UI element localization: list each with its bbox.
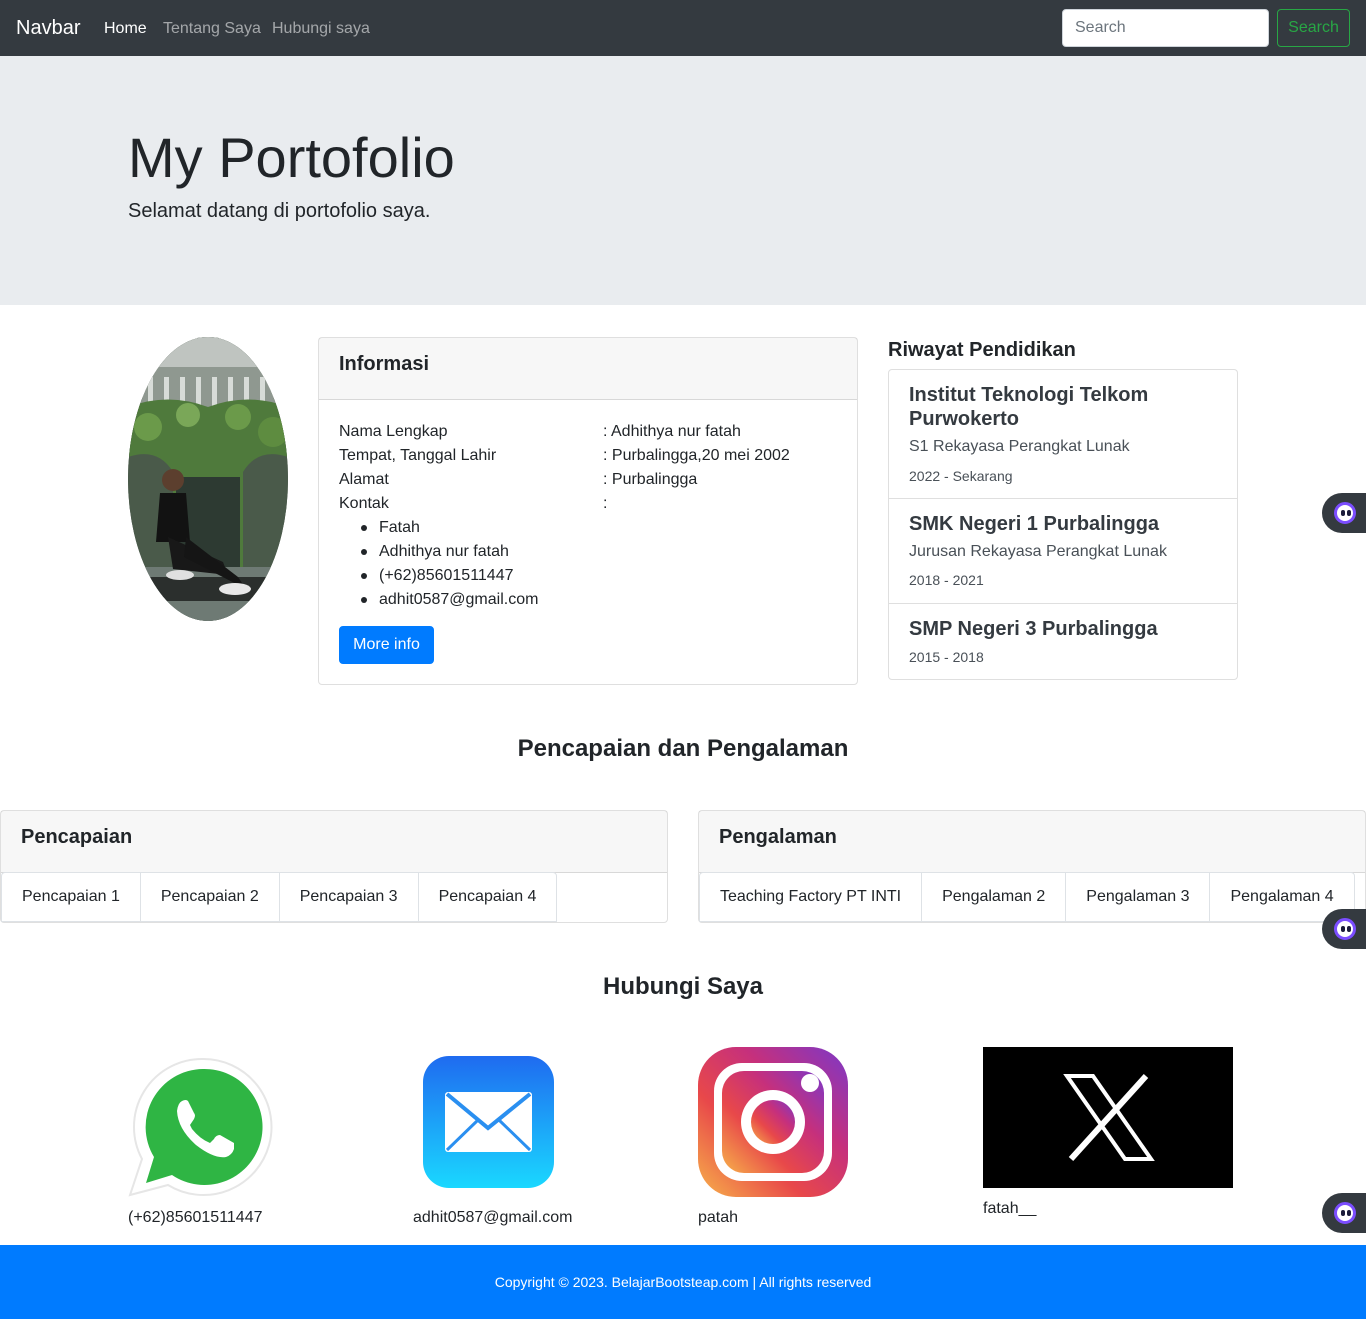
hero-subtitle: Selamat datang di portofolio saya. (128, 200, 431, 222)
instagram-icon[interactable] (698, 1047, 848, 1197)
assistant-face-icon (1334, 1202, 1356, 1224)
info-card: Informasi Nama Lengkap : Adhithya nur fa… (318, 337, 858, 685)
info-value-ttl: : Purbalingga,20 mei 2002 (603, 447, 790, 464)
more-info-button[interactable]: More info (339, 626, 434, 664)
footer-copyright: Copyright © 2023. BelajarBootsteap.com |… (494, 1274, 872, 1290)
list-bullet (361, 525, 367, 531)
tab-pencapaian-1[interactable]: Pencapaian 1 (1, 872, 140, 922)
info-value-alamat: : Purbalingga (603, 471, 698, 488)
nav-link-hubungi-saya[interactable]: Hubungi saya (272, 19, 370, 39)
pengalaman-tabs: Teaching Factory PT INTI Pengalaman 2 Pe… (699, 872, 1355, 922)
tab-pencapaian-4[interactable]: Pencapaian 4 (417, 872, 558, 922)
info-label-ttl: Tempat, Tanggal Lahir (339, 447, 497, 464)
contact-label-mail: adhit0587@gmail.com (413, 1209, 573, 1226)
education-item: Institut Teknologi Telkom Purwokerto S1 … (889, 370, 1237, 499)
tab-pencapaian-2[interactable]: Pencapaian 2 (139, 872, 279, 922)
contact-label-whatsapp: (+62)85601511447 (128, 1209, 263, 1226)
education-years: 2022 - Sekarang (909, 468, 1013, 484)
whatsapp-icon[interactable] (128, 1055, 278, 1197)
assistant-face-icon (1334, 502, 1356, 524)
pencapaian-tabs: Pencapaian 1 Pencapaian 2 Pencapaian 3 P… (1, 872, 558, 922)
education-title: Riwayat Pendidikan (888, 339, 1076, 361)
contact-label-instagram: patah (698, 1209, 739, 1226)
search-input[interactable] (1062, 9, 1269, 47)
info-label-nama: Nama Lengkap (339, 423, 448, 440)
pengalaman-header: Pengalaman (699, 811, 1365, 873)
contact-list-item: adhit0587@gmail.com (379, 591, 539, 608)
info-label-alamat: Alamat (339, 471, 389, 488)
contact-section-title: Hubungi Saya (602, 973, 764, 1000)
tab-pencapaian-3[interactable]: Pencapaian 3 (278, 872, 418, 922)
search-button[interactable]: Search (1277, 9, 1350, 47)
tab-pengalaman-2[interactable]: Pengalaman 2 (921, 872, 1066, 922)
info-label-kontak: Kontak (339, 495, 389, 512)
profile-photo (128, 337, 288, 621)
floating-assistant-button[interactable] (1322, 1193, 1366, 1233)
education-item: SMP Negeri 3 Purbalingga 2015 - 2018 (889, 604, 1237, 679)
info-card-header: Informasi (319, 338, 857, 400)
navbar: Navbar Home Tentang Saya Hubungi saya Se… (0, 0, 1366, 56)
info-value-nama: : Adhithya nur fatah (603, 423, 741, 440)
contact-list-item: Fatah (379, 519, 420, 536)
education-school: Institut Teknologi Telkom Purwokerto (909, 384, 1149, 430)
x-icon[interactable] (983, 1047, 1233, 1188)
tab-pengalaman-3[interactable]: Pengalaman 3 (1065, 872, 1210, 922)
floating-assistant-button[interactable] (1322, 909, 1366, 949)
list-bullet (361, 573, 367, 579)
education-item: SMK Negeri 1 Purbalingga Jurusan Rekayas… (889, 499, 1237, 604)
contact-list-item: (+62)85601511447 (379, 567, 514, 584)
education-years: 2018 - 2021 (909, 572, 984, 588)
list-bullet (361, 549, 367, 555)
education-major: S1 Rekayasa Perangkat Lunak (909, 438, 1130, 455)
tab-pengalaman-1[interactable]: Teaching Factory PT INTI (699, 872, 922, 922)
list-bullet (361, 597, 367, 603)
pengalaman-card: Pengalaman Teaching Factory PT INTI Peng… (698, 810, 1366, 923)
footer: Copyright © 2023. BelajarBootsteap.com |… (0, 1245, 1366, 1319)
pencapaian-card: Pencapaian Pencapaian 1 Pencapaian 2 Pen… (0, 810, 668, 923)
pencapaian-header: Pencapaian (1, 811, 667, 873)
navbar-brand[interactable]: Navbar (16, 16, 80, 40)
nav-link-tentang-saya[interactable]: Tentang Saya (163, 19, 261, 39)
education-school: SMK Negeri 1 Purbalingga (909, 513, 1160, 535)
education-years: 2015 - 2018 (909, 649, 984, 665)
contact-label-x: fatah__ (983, 1200, 1037, 1217)
contact-list-item: Adhithya nur fatah (379, 543, 509, 560)
hero-title: My Portofolio (128, 126, 455, 189)
achievements-section-title: Pencapaian dan Pengalaman (517, 735, 849, 762)
education-school: SMP Negeri 3 Purbalingga (909, 618, 1158, 640)
nav-link-home[interactable]: Home (104, 19, 147, 39)
education-major: Jurusan Rekayasa Perangkat Lunak (909, 543, 1167, 560)
education-list: Institut Teknologi Telkom Purwokerto S1 … (888, 369, 1238, 680)
info-value-kontak: : (603, 495, 608, 512)
mail-icon[interactable] (423, 1056, 554, 1188)
hero-section: My Portofolio Selamat datang di portofol… (0, 56, 1366, 305)
assistant-face-icon (1334, 918, 1356, 940)
floating-assistant-button[interactable] (1322, 493, 1366, 533)
